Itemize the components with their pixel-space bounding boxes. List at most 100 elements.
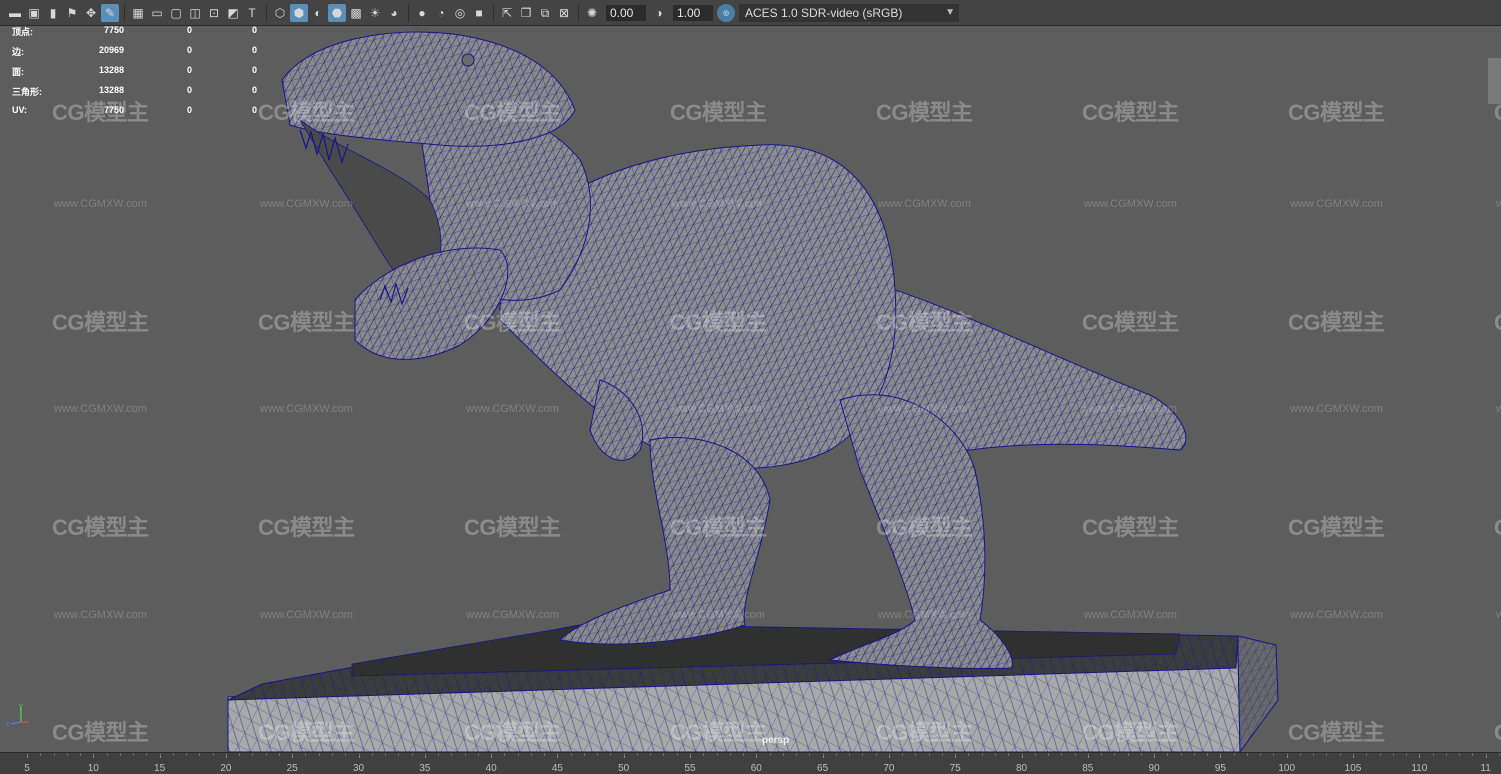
ruler-tick-label: 11	[1480, 763, 1491, 774]
shadows-icon[interactable]: ◕	[385, 4, 403, 22]
ruler-minor-tick	[822, 753, 824, 756]
ruler-minor-tick	[1048, 753, 1050, 756]
ruler-tick-label: 75	[949, 763, 961, 774]
textured-icon[interactable]: ▩	[347, 4, 365, 22]
gate-mask-icon[interactable]: ◫	[186, 4, 204, 22]
grease-pencil-icon[interactable]: ✎	[101, 3, 119, 22]
ruler-minor-tick	[875, 753, 877, 756]
time-slider[interactable]: 5 10 15 20 25 30 35 40 45 50 55 60 65 70 75 80 85 90 95 100…	[0, 752, 1501, 774]
ruler-minor-tick	[424, 753, 426, 756]
ruler-minor-tick	[438, 753, 440, 756]
ruler-minor-tick	[862, 753, 864, 756]
safe-action-icon[interactable]: ◩	[224, 4, 242, 22]
ruler-tick-label: 45	[551, 763, 563, 774]
toolbar-separator	[124, 3, 125, 22]
xray-joints-icon[interactable]: ⧉	[536, 4, 554, 22]
ruler-minor-tick	[849, 753, 851, 756]
wireframe-on-shaded-icon[interactable]: ⬣	[328, 3, 346, 22]
color-management-icon[interactable]: ◎	[717, 3, 735, 22]
field-chart-icon[interactable]: ⊡	[205, 4, 223, 22]
ruler-tick-label: 55	[684, 763, 696, 774]
xray-components-icon[interactable]: ⊠	[555, 4, 573, 22]
watermark-logo: CG模型主	[464, 100, 561, 125]
ruler-tick-label: 105	[1344, 763, 1362, 774]
ruler-tick-label: 50	[618, 763, 630, 774]
ruler-minor-tick	[743, 753, 745, 756]
viewport-canvas[interactable]	[0, 26, 1501, 752]
ruler-tick-label: 15	[154, 763, 166, 774]
ruler-tick-label: 90	[1148, 763, 1160, 774]
isolate-select-icon[interactable]: ⇱	[498, 4, 516, 22]
watermark-url: www.CGMXW.com	[54, 198, 147, 210]
ruler-tick-label: 100	[1278, 763, 1296, 774]
ruler-tick-label: 35	[419, 763, 431, 774]
watermark-url: www.CGMXW.com	[1496, 609, 1501, 621]
ruler-minor-tick	[371, 753, 373, 756]
ssao-icon[interactable]: ●	[413, 4, 431, 22]
ruler-minor-tick	[544, 753, 546, 756]
ruler-minor-tick	[597, 753, 599, 756]
trex-model[interactable]	[281, 31, 1187, 669]
ruler-tick-label: 65	[817, 763, 829, 774]
watermark-url: www.CGMXW.com	[672, 609, 765, 621]
ruler-tick-label: 60	[750, 763, 762, 774]
xray-icon[interactable]: ❐	[517, 4, 535, 22]
color-space-dropdown[interactable]: ACES 1.0 SDR-video (sRGB) ▼	[739, 3, 959, 22]
ruler-minor-tick	[676, 753, 678, 756]
use-lights-icon[interactable]: ☀	[366, 4, 384, 22]
ruler-minor-tick	[106, 753, 108, 756]
ruler-minor-tick	[40, 753, 42, 756]
default-material-icon[interactable]: ◐	[309, 4, 327, 22]
watermark-logo: CG模型主	[876, 720, 973, 745]
ruler-minor-tick	[981, 753, 983, 756]
bookmark-flag-icon[interactable]: ⚑	[63, 4, 81, 22]
ruler-minor-tick	[1459, 753, 1461, 756]
watermark-url: www.CGMXW.com	[878, 609, 971, 621]
gamma-icon[interactable]: ◑	[650, 4, 668, 22]
ruler-minor-tick	[212, 753, 214, 756]
ruler-minor-tick	[1339, 753, 1341, 756]
toolbar-separator	[493, 3, 494, 22]
axis-y-label: y	[19, 703, 23, 710]
ruler-minor-tick	[690, 753, 691, 756]
watermark-url: www.CGMXW.com	[1496, 403, 1501, 415]
watermark-url: www.CGMXW.com	[260, 403, 353, 415]
multisample-icon[interactable]: ◎	[451, 4, 469, 22]
ruler-tick-label: 5	[24, 763, 30, 774]
motion-blur-icon[interactable]: ◔	[432, 4, 450, 22]
safe-title-icon[interactable]: T	[243, 4, 261, 22]
exposure-field[interactable]: 0.00	[606, 4, 646, 21]
camera-attr-icon[interactable]: ▣	[25, 4, 43, 22]
smooth-shade-icon[interactable]: ⬢	[290, 3, 308, 22]
bookmark-icon[interactable]: ▮	[44, 4, 62, 22]
ruler-minor-tick	[1207, 753, 1209, 756]
grid-icon[interactable]: ▦	[129, 4, 147, 22]
watermark-url: www.CGMXW.com	[878, 403, 971, 415]
depth-of-field-icon[interactable]: ■	[470, 4, 488, 22]
ruler-minor-tick	[1273, 753, 1275, 756]
watermark-logo: CG模型主	[876, 310, 973, 335]
watermark-url: www.CGMXW.com	[466, 609, 559, 621]
ruler-minor-tick	[782, 753, 784, 756]
watermark-logo: CG模型主	[1288, 100, 1385, 125]
watermark-logo: CG模型主	[52, 515, 149, 540]
side-panel-toggle[interactable]	[1488, 58, 1501, 104]
ruler-minor-tick	[583, 753, 585, 756]
resolution-gate-icon[interactable]: ▢	[167, 4, 185, 22]
pan-icon[interactable]: ✥	[82, 4, 100, 22]
ruler-minor-tick	[636, 753, 638, 756]
hud-stat-value: 0	[186, 25, 192, 35]
film-gate-icon[interactable]: ▭	[148, 4, 166, 22]
gamma-field[interactable]: 1.00	[673, 4, 713, 21]
ruler-minor-tick	[186, 753, 188, 756]
wireframe-icon[interactable]: ⬡	[271, 4, 289, 22]
watermark-url: www.CGMXW.com	[466, 198, 559, 210]
pedestal-right-side-wire	[1238, 636, 1278, 752]
camera-icon[interactable]: ▬	[6, 4, 24, 22]
ruler-minor-tick	[955, 753, 957, 756]
ruler-minor-tick	[928, 753, 930, 756]
exposure-icon[interactable]: ✺	[583, 4, 601, 22]
watermark-url: www.CGMXW.com	[672, 198, 765, 210]
hud-stat-value: 13288	[98, 65, 124, 75]
ruler-minor-tick	[172, 753, 174, 756]
